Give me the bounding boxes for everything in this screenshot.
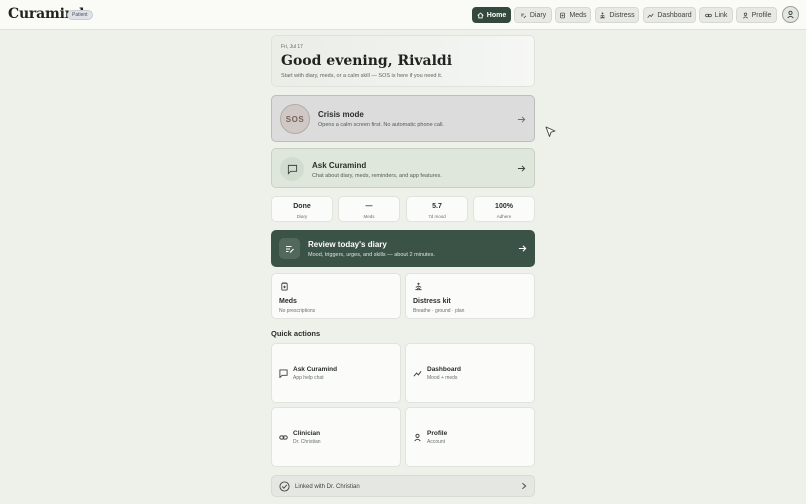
meds-icon [560, 12, 566, 18]
stat-mood: 5.7 7d mood [406, 196, 468, 222]
distress-kit-tile[interactable]: Distress kit Breathe · ground · plan [405, 273, 535, 319]
arrow-right-icon [517, 165, 526, 172]
home-icon [477, 11, 484, 18]
stat-label: 7d mood [428, 214, 446, 219]
ask-curamind-card[interactable]: Ask Curamind Chat about diary, meds, rem… [271, 148, 535, 188]
meds-tile[interactable]: Meds No prescriptions [271, 273, 401, 319]
linked-clinician-row[interactable]: Linked with Dr. Christian [271, 475, 535, 497]
mouse-cursor-icon [545, 126, 556, 137]
greeting-card: Fri, Jul 17 Good evening, Rivaldi Start … [271, 35, 535, 87]
arrow-right-icon [517, 116, 526, 123]
distress-title: Distress kit [413, 298, 451, 305]
avatar[interactable] [782, 6, 799, 23]
qa-dashboard[interactable]: Dashboard Mood + meds [405, 343, 535, 403]
edit-list-icon [285, 245, 294, 253]
stat-meds: — Meds [338, 196, 400, 222]
nav-profile-label: Profile [751, 11, 772, 19]
qa-clinician[interactable]: Clinician Dr. Christian [271, 407, 401, 467]
stat-adherence: 100% Adhere [473, 196, 535, 222]
greeting-subtitle: Start with diary, meds, or a calm skill … [281, 73, 443, 79]
chat-icon [279, 369, 288, 378]
qa-title: Dashboard [427, 366, 461, 373]
nav-profile[interactable]: Profile [736, 7, 777, 23]
ask-title: Ask Curamind [312, 161, 367, 170]
meds-icon [281, 282, 288, 291]
distress-subtitle: Breathe · ground · plan [413, 308, 465, 314]
avatar-user-icon [787, 10, 794, 19]
distress-icon [600, 12, 606, 18]
review-diary-card[interactable]: Review today's diary Mood, triggers, urg… [271, 230, 535, 267]
quick-actions-title: Quick actions [271, 329, 321, 338]
nav-link[interactable]: Link [699, 7, 733, 23]
qa-title: Clinician [293, 430, 321, 437]
chat-icon-wrap [280, 157, 304, 181]
qa-title: Ask Curamind [293, 366, 338, 373]
role-badge: Patient [67, 10, 93, 20]
crisis-subtitle: Opens a calm screen first. No automatic … [318, 122, 444, 128]
stat-value: 5.7 [432, 203, 442, 210]
stat-value: Done [293, 203, 311, 210]
sos-badge: SOS [280, 104, 310, 134]
top-bar: Curamind Patient Home Diary Meds Distres… [0, 0, 806, 30]
stat-label: Meds [363, 214, 375, 219]
stat-label: Adhere [496, 214, 512, 219]
nav-diary-label: Diary [529, 11, 547, 19]
diary-icon [520, 13, 527, 18]
date-label: Fri, Jul 17 [281, 44, 303, 50]
nav-diary[interactable]: Diary [514, 7, 552, 23]
stat-value: — [365, 203, 373, 210]
chat-icon [287, 164, 297, 175]
meds-title: Meds [279, 298, 297, 305]
check-circle-icon [279, 481, 290, 492]
meditation-icon [415, 282, 422, 291]
review-title: Review today's diary [308, 240, 387, 249]
link-icon [704, 13, 712, 17]
nav-distress[interactable]: Distress [595, 7, 639, 23]
stat-diary: Done Diary [271, 196, 333, 222]
qa-subtitle: Account [427, 439, 446, 445]
nav-distress-label: Distress [609, 11, 635, 19]
qa-subtitle: Dr. Christian [293, 439, 321, 445]
nav-link-label: Link [714, 11, 728, 19]
nav-dashboard[interactable]: Dashboard [643, 7, 696, 23]
meds-subtitle: No prescriptions [279, 308, 316, 314]
ask-subtitle: Chat about diary, meds, reminders, and a… [312, 173, 442, 179]
review-subtitle: Mood, triggers, urges, and skills — abou… [308, 252, 435, 258]
linked-text: Linked with Dr. Christian [295, 484, 360, 490]
greeting-title: Good evening, Rivaldi [281, 53, 453, 69]
nav-home-label: Home [486, 11, 507, 19]
qa-subtitle: Mood + meds [427, 375, 458, 381]
user-icon [742, 12, 748, 19]
user-icon [414, 433, 421, 442]
nav-meds[interactable]: Meds [555, 7, 591, 23]
arrow-right-icon [518, 245, 527, 252]
qa-subtitle: App help chat [293, 375, 324, 381]
nav-meds-label: Meds [569, 11, 587, 19]
qa-profile[interactable]: Profile Account [405, 407, 535, 467]
qa-ask-curamind[interactable]: Ask Curamind App help chat [271, 343, 401, 403]
link-icon [279, 435, 288, 440]
chevron-right-icon [522, 482, 527, 490]
nav-home[interactable]: Home [472, 7, 511, 23]
stat-label: Diary [296, 214, 308, 219]
trend-icon [413, 370, 422, 377]
edit-list-icon-wrap [279, 238, 300, 259]
nav-dashboard-label: Dashboard [657, 11, 692, 19]
trend-icon [647, 13, 654, 18]
qa-title: Profile [427, 430, 448, 437]
stat-value: 100% [495, 203, 513, 210]
crisis-mode-card[interactable]: SOS Crisis mode Opens a calm screen firs… [271, 95, 535, 142]
crisis-title: Crisis mode [318, 110, 364, 119]
